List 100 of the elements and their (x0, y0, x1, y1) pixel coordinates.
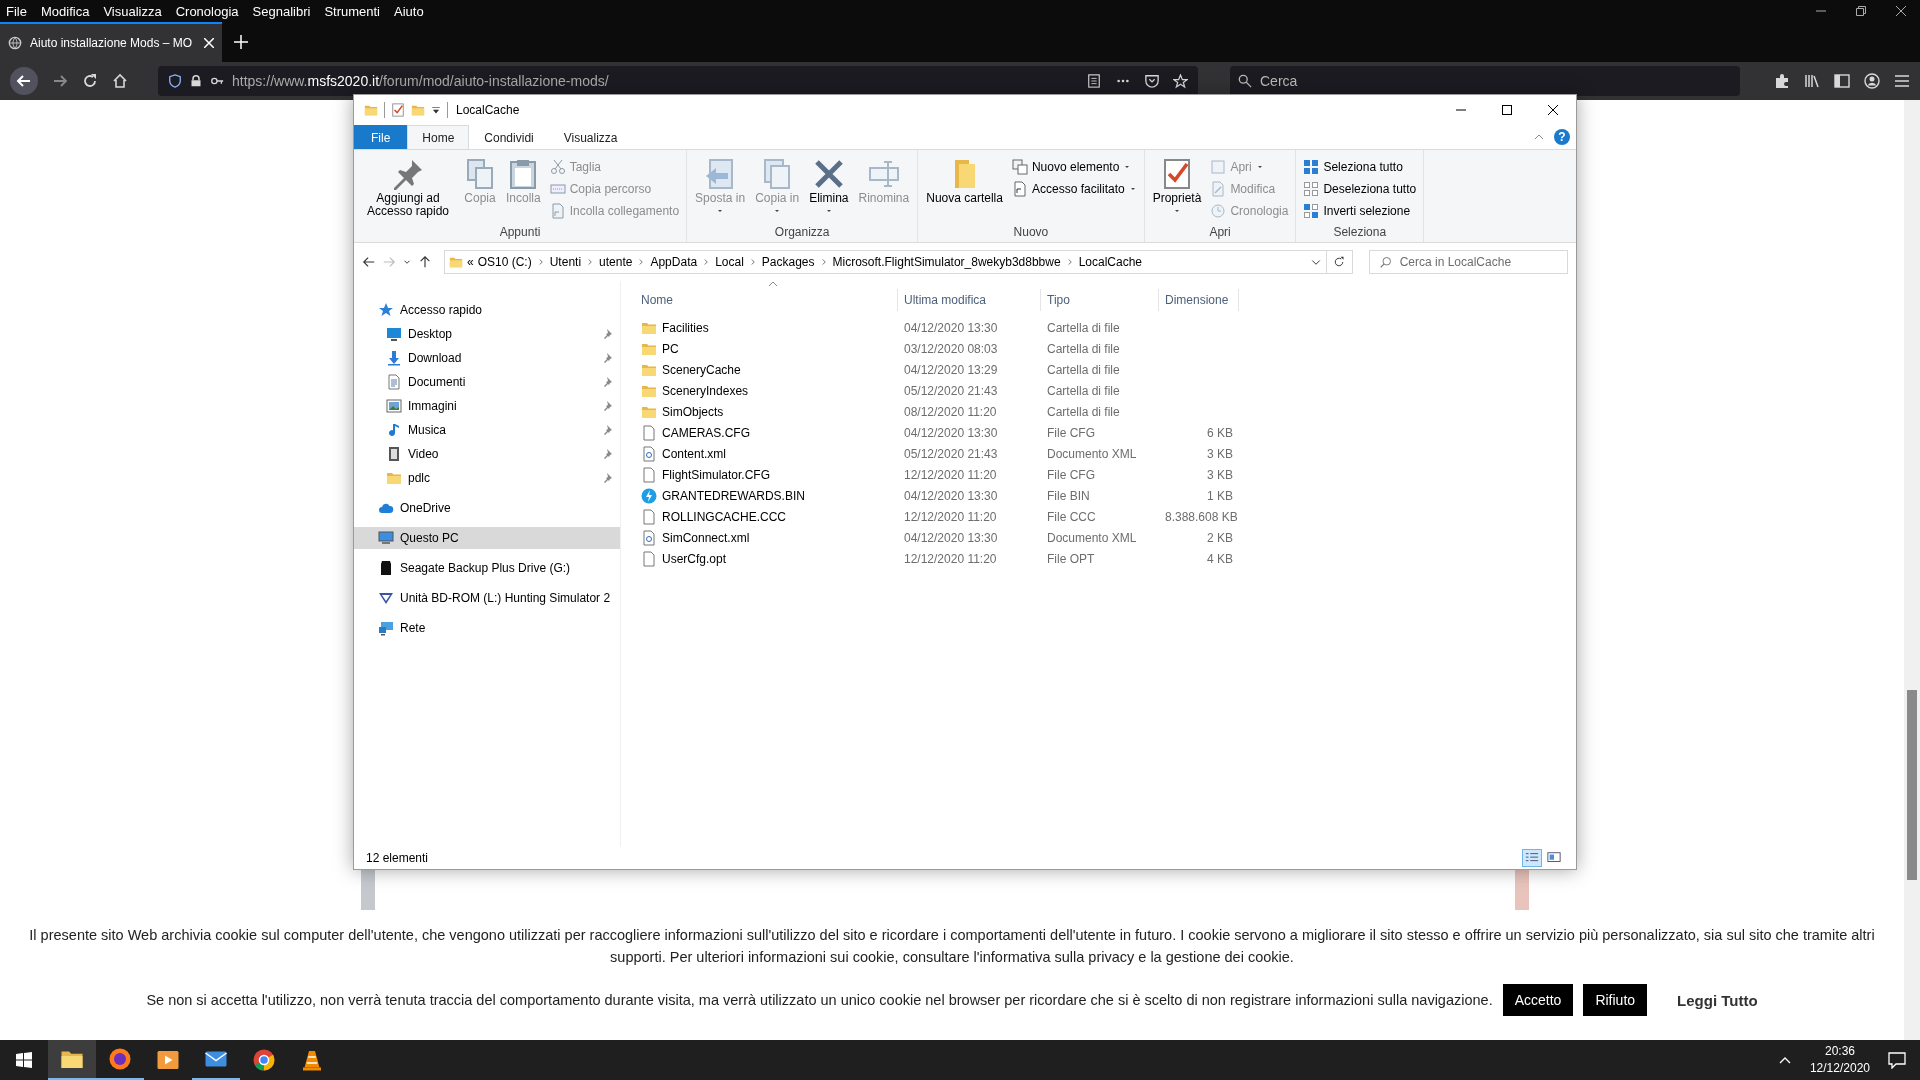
file-name[interactable]: PC (662, 341, 679, 356)
nav-item[interactable]: Musica (354, 419, 620, 441)
account-icon[interactable] (1864, 73, 1880, 89)
file-name[interactable]: FlightSimulator.CFG (662, 467, 771, 482)
ribbon-button[interactable]: Accesso facilitato (1008, 178, 1140, 199)
file-name[interactable]: CAMERAS.CFG (662, 425, 750, 440)
breadcrumb[interactable]: utente (599, 255, 633, 269)
ribbon-button[interactable]: Seleziona tutto (1300, 156, 1420, 177)
file-name[interactable]: SceneryCache (662, 362, 741, 377)
ribbon-button[interactable]: Inverti selezione (1300, 200, 1420, 221)
pocket-icon[interactable] (1145, 73, 1159, 88)
ribbon-button[interactable]: Proprietà (1148, 152, 1206, 224)
nav-item[interactable]: Questo PC (354, 527, 620, 549)
file-name[interactable]: UserCfg.opt (662, 551, 727, 566)
globe-icon[interactable] (108, 1047, 132, 1071)
address-field[interactable]: « OS10 (C:) Utenti utente AppData Local Packages Microsoft.FlightSimulator_8wekyb3d8bbwe LocalCache (444, 250, 1327, 274)
file-name[interactable]: Content.xml (662, 446, 727, 461)
reload-icon[interactable] (82, 73, 98, 89)
library-icon[interactable] (1804, 73, 1820, 89)
search-field[interactable]: Cerca in LocalCache (1368, 250, 1568, 274)
properties-icon[interactable] (391, 103, 405, 117)
plus-icon[interactable] (234, 35, 248, 49)
address-bar[interactable]: https://www.msfs2020.it/forum/mod/aiuto-installazione-mods/ (158, 66, 1198, 96)
cookie-button[interactable]: Rifiuto (1583, 984, 1648, 1016)
menu-item[interactable]: Cronologia (175, 3, 239, 19)
traffic-cone-icon[interactable] (300, 1048, 324, 1072)
file-name[interactable]: SceneryIndexes (662, 383, 749, 398)
star-icon[interactable] (1173, 73, 1188, 89)
cookie-button[interactable]: Accetto (1502, 984, 1574, 1016)
nav-item[interactable]: Video (354, 443, 620, 465)
breadcrumb[interactable]: Microsoft.FlightSimulator_8wekyb3d8bbwe (832, 255, 1061, 269)
menu-item[interactable]: Strumenti (324, 3, 380, 19)
windows-start-icon[interactable] (16, 1052, 32, 1068)
puzzle-icon[interactable] (1774, 73, 1790, 89)
scrollbar[interactable] (1904, 100, 1920, 1040)
ribbon-tab[interactable]: Visualizza (548, 125, 633, 149)
read-all-link[interactable]: Leggi Tutto (1677, 991, 1758, 1009)
nav-item[interactable]: Desktop (354, 323, 620, 345)
restore-icon[interactable] (1856, 6, 1866, 16)
up-arrow-icon[interactable] (418, 255, 432, 269)
document-icon (386, 374, 402, 390)
file-name[interactable]: SimConnect.xml (662, 530, 750, 545)
refresh-button[interactable] (1326, 250, 1353, 274)
back-icon[interactable] (362, 255, 376, 269)
ribbon-button[interactable]: Nuova cartella (922, 152, 1007, 224)
nav-item[interactable]: pdlc (354, 467, 620, 489)
back-icon[interactable] (10, 67, 38, 95)
column-header[interactable]: Dimensione (1159, 289, 1239, 311)
menu-item[interactable]: File (6, 3, 27, 19)
browser-tab[interactable]: Aiuto installazione Mods – MO (0, 22, 222, 62)
close-icon[interactable] (1896, 6, 1906, 16)
breadcrumb[interactable]: LocalCache (1078, 255, 1142, 269)
ribbon-button[interactable]: Nuovo elemento (1008, 156, 1140, 177)
menu-item[interactable]: Modifica (40, 3, 90, 19)
breadcrumb[interactable]: Utenti (549, 255, 582, 269)
chrome-icon[interactable] (252, 1048, 276, 1072)
home-icon[interactable] (112, 73, 128, 89)
ribbon-tab[interactable]: Home (407, 125, 470, 149)
nav-item[interactable]: Accesso rapido (354, 299, 620, 321)
nav-item[interactable]: Documenti (354, 371, 620, 393)
overflow-button[interactable]: « (467, 255, 474, 269)
menu-item[interactable]: Aiuto (394, 3, 424, 19)
nav-item[interactable]: Immagini (354, 395, 620, 417)
nav-item[interactable]: OneDrive (354, 497, 620, 519)
nav-item[interactable]: Download (354, 347, 620, 369)
view-button[interactable] (1522, 849, 1542, 867)
ribbon-button[interactable]: Aggiungi ad Accesso rapido (358, 152, 458, 224)
file-name[interactable]: GRANTEDREWARDS.BIN (662, 488, 805, 503)
breadcrumb[interactable]: Local (715, 255, 744, 269)
clock-time[interactable]: 20:36 (1824, 1043, 1855, 1060)
ribbon-button[interactable]: Elimina (805, 152, 853, 224)
reader-view-icon[interactable] (1087, 73, 1101, 88)
ribbon-button[interactable]: Deseleziona tutto (1300, 178, 1420, 199)
ribbon-tab[interactable]: Condividi (469, 125, 549, 149)
help-button[interactable]: ? (1554, 129, 1570, 145)
maximize-icon[interactable] (1502, 105, 1512, 115)
file-name[interactable]: Facilities (662, 320, 709, 335)
breadcrumb[interactable]: OS10 (C:) (477, 255, 532, 269)
search-field[interactable]: Cerca (1230, 66, 1740, 96)
column-header[interactable]: Ultima modifica (898, 289, 1041, 311)
breadcrumb[interactable]: AppData (650, 255, 698, 269)
media-player-icon[interactable] (156, 1048, 180, 1072)
column-header[interactable]: Tipo (1041, 289, 1159, 311)
menu-item[interactable]: Segnalibri (252, 3, 311, 19)
file-name[interactable]: SimObjects (662, 404, 724, 419)
caret-icon[interactable] (431, 105, 441, 115)
close-icon[interactable] (1548, 105, 1558, 115)
column-header[interactable]: Nome (635, 289, 898, 311)
sidebar-icon[interactable] (1834, 73, 1850, 89)
nav-item[interactable]: Seagate Backup Plus Drive (G:) (354, 557, 620, 579)
clock-date[interactable]: 12/12/2020 (1809, 1060, 1870, 1077)
ribbon-tab[interactable]: File (354, 125, 408, 149)
breadcrumb[interactable]: Packages (761, 255, 815, 269)
menu-item[interactable]: Visualizza (103, 3, 162, 19)
notification-icon[interactable] (1888, 1051, 1906, 1069)
menu-icon[interactable] (1894, 73, 1910, 89)
nav-item[interactable]: Unità BD-ROM (L:) Hunting Simulator 2 (354, 587, 620, 609)
file-name[interactable]: ROLLINGCACHE.CCC (662, 509, 787, 524)
forward-icon[interactable] (52, 73, 68, 89)
nav-item[interactable]: Rete (354, 617, 620, 639)
